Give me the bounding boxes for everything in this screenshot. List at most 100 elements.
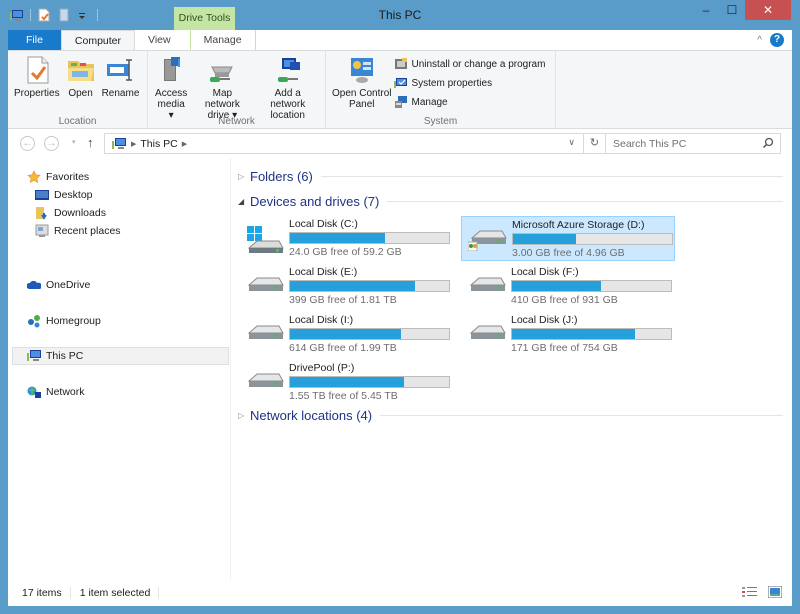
address-bar[interactable]: ▶ This PC ▶ ∨ ↻ (104, 133, 606, 154)
maximize-button[interactable]: ☐ (719, 0, 745, 20)
nav-desktop-label: Desktop (54, 189, 93, 201)
shared-drive-icon (467, 221, 508, 254)
ribbon-group-location: Properties Open Rename Location (8, 51, 148, 129)
details-view-icon[interactable] (742, 586, 758, 598)
ribbon-group-network: Access media ▾ Map network drive ▾ Add a… (148, 51, 326, 129)
nav-network-label: Network (46, 386, 85, 398)
nav-onedrive-label: OneDrive (46, 279, 91, 291)
drive-usage-bar (289, 376, 450, 388)
address-history-dropdown-icon[interactable]: ∨ (568, 137, 575, 148)
nav-this-pc-label: This PC (46, 350, 84, 362)
breadcrumb-chevron-icon[interactable]: ▶ (131, 140, 136, 148)
tab-computer[interactable]: Computer (60, 30, 136, 50)
drive-free-space: 3.00 GB free of 4.96 GB (512, 247, 625, 259)
group-label-system: System (423, 116, 458, 127)
section-folders-label: Folders (6) (250, 169, 313, 184)
map-network-drive-icon (210, 66, 234, 82)
drive-free-space: 614 GB free of 1.99 TB (289, 342, 397, 354)
search-box[interactable] (605, 133, 781, 154)
drive-tile[interactable]: Local Disk (I:) 614 GB free of 1.99 TB (239, 312, 453, 357)
expand-arrow-icon[interactable]: ▷ (238, 172, 250, 181)
drive-tile[interactable]: Local Disk (F:) 410 GB free of 931 GB (461, 264, 675, 309)
system-properties-label: System properties (411, 77, 493, 89)
title-bar[interactable]: Drive Tools This PC – ☐ ✕ (0, 0, 800, 30)
close-button[interactable]: ✕ (745, 0, 791, 20)
search-icon[interactable] (762, 137, 774, 149)
nav-favorites[interactable]: Favorites (26, 168, 243, 186)
uninstall-label: Uninstall or change a program (411, 58, 546, 70)
manage-button[interactable]: Manage (394, 94, 545, 110)
refresh-icon[interactable]: ↻ (583, 134, 605, 153)
section-folders[interactable]: ▷ Folders (6) (238, 169, 783, 184)
section-devices-label: Devices and drives (7) (250, 194, 380, 209)
drive-name: Local Disk (C:) (289, 218, 358, 230)
ribbon-tabs: File Computer View Manage ^ ? (8, 30, 792, 51)
add-network-location-icon (277, 58, 300, 82)
breadcrumb-this-pc[interactable]: This PC (140, 138, 177, 150)
drive-free-space: 24.0 GB free of 59.2 GB (289, 246, 402, 258)
nav-recent-places[interactable]: Recent places (34, 222, 251, 240)
nav-homegroup[interactable]: Homegroup (26, 312, 243, 330)
uninstall-program-button[interactable]: Uninstall or change a program (394, 56, 545, 72)
search-input[interactable] (606, 134, 756, 153)
nav-recent-places-label: Recent places (54, 225, 121, 237)
nav-downloads[interactable]: Downloads (34, 204, 251, 222)
drive-tile[interactable]: Local Disk (J:) 171 GB free of 754 GB (461, 312, 675, 357)
nav-onedrive[interactable]: OneDrive (26, 276, 243, 294)
collapse-arrow-icon[interactable]: ◢ (238, 197, 250, 206)
drive-usage-bar (511, 328, 672, 340)
drive-tile[interactable]: Local Disk (C:) 24.0 GB free of 59.2 GB (239, 216, 453, 261)
nav-this-pc[interactable]: This PC (12, 347, 229, 365)
minimize-button[interactable]: – (693, 0, 719, 20)
drive-name: Local Disk (E:) (289, 266, 358, 278)
expand-arrow-icon[interactable]: ▷ (238, 411, 250, 420)
tab-manage[interactable]: Manage (189, 30, 256, 50)
manage-icon (395, 96, 408, 108)
section-divider (380, 415, 783, 416)
nav-network[interactable]: Network (26, 383, 243, 401)
control-panel-label-1: Open Control (332, 88, 392, 99)
ribbon-right-controls: ^ ? (757, 33, 784, 47)
forward-button[interactable]: → (44, 136, 59, 151)
drive-tile[interactable]: DrivePool (P:) 1.55 TB free of 5.45 TB (239, 360, 453, 405)
drive-usage-bar (289, 280, 450, 292)
section-network-locations[interactable]: ▷ Network locations (4) (238, 408, 783, 423)
tab-view[interactable]: View (135, 30, 184, 50)
system-properties-button[interactable]: System properties (394, 75, 545, 91)
tab-file[interactable]: File (8, 30, 61, 50)
this-pc-icon (26, 348, 42, 364)
drive-usage-bar (289, 328, 450, 340)
ribbon-group-system: Open Control Panel Uninstall or change a… (326, 51, 556, 129)
access-media-label-1: Access (155, 88, 188, 99)
onedrive-icon (26, 277, 42, 293)
recent-locations-button[interactable]: ▾ (72, 138, 76, 146)
up-button[interactable]: ↑ (87, 135, 94, 150)
window-title: This PC (378, 8, 422, 22)
breadcrumb-chevron-icon[interactable]: ▶ (182, 140, 187, 148)
desktop-icon (34, 187, 50, 203)
drive-name: Local Disk (I:) (289, 314, 354, 326)
large-icons-view-icon[interactable] (768, 586, 782, 598)
group-label-network: Network (218, 116, 255, 127)
drive-free-space: 1.55 TB free of 5.45 TB (289, 390, 398, 402)
nav-downloads-label: Downloads (54, 207, 106, 219)
back-button[interactable]: ← (20, 136, 35, 151)
drive-tile[interactable]: Local Disk (E:) 399 GB free of 1.81 TB (239, 264, 453, 309)
status-bar: 17 items 1 item selected (8, 580, 792, 606)
nav-desktop[interactable]: Desktop (34, 186, 251, 204)
ribbon: Properties Open Rename Location Access m… (8, 51, 792, 129)
rename-label: Rename (101, 88, 140, 99)
drive-name: DrivePool (P:) (289, 362, 355, 374)
drive-usage-bar (512, 233, 673, 245)
drive-free-space: 171 GB free of 754 GB (511, 342, 618, 354)
network-icon (26, 384, 42, 400)
section-devices[interactable]: ◢ Devices and drives (7) (238, 194, 783, 209)
collapse-ribbon-icon[interactable]: ^ (757, 35, 762, 46)
nav-homegroup-label: Homegroup (46, 315, 101, 327)
view-switcher (742, 586, 782, 598)
manage-label: Manage (411, 96, 448, 108)
control-panel-label-2: Panel (348, 99, 375, 110)
help-icon[interactable]: ? (770, 33, 784, 47)
hard-drive-icon (245, 268, 285, 301)
drive-tile[interactable]: Microsoft Azure Storage (D:) 3.00 GB free… (461, 216, 675, 261)
